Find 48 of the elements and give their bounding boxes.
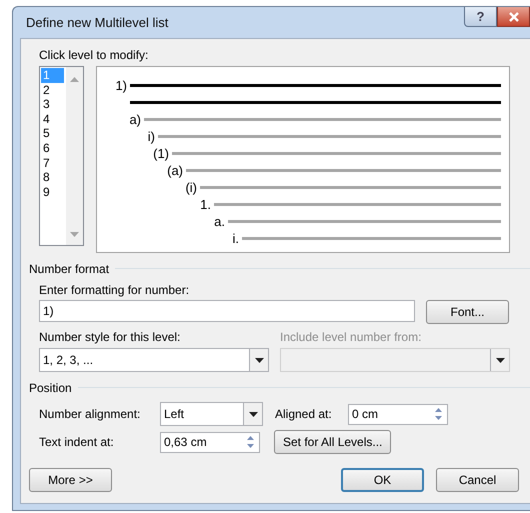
close-button[interactable] bbox=[497, 7, 530, 27]
number-style-dropdown[interactable]: 1, 2, 3, ... bbox=[39, 348, 269, 372]
dialog-button[interactable]: OK bbox=[341, 468, 424, 492]
aligned-at-spinner[interactable]: 0 cm bbox=[348, 404, 448, 424]
include-level-label: Include level number from: bbox=[280, 330, 422, 345]
dialog-button[interactable]: Cancel bbox=[436, 468, 519, 492]
level-item[interactable]: 5 bbox=[41, 126, 64, 141]
levels-label: Click level to modify: bbox=[39, 48, 150, 63]
level-item[interactable]: 7 bbox=[41, 156, 64, 170]
level-item[interactable]: 6 bbox=[41, 140, 64, 156]
preview-number: i) bbox=[148, 129, 155, 144]
level-item[interactable]: 8 bbox=[41, 170, 64, 185]
dialog-button[interactable]: More >> bbox=[29, 468, 112, 492]
level-item[interactable]: 9 bbox=[41, 184, 64, 200]
level-item[interactable]: 4 bbox=[41, 112, 64, 126]
caret-icon bbox=[254, 358, 264, 362]
window-title: Define new Multilevel list bbox=[26, 15, 168, 30]
spin-arrows-icon[interactable] bbox=[246, 434, 255, 450]
preview-number: (a) bbox=[167, 163, 183, 178]
aligned-at-label: Aligned at: bbox=[275, 407, 333, 421]
preview-number: (1) bbox=[153, 146, 169, 161]
preview-number: (i) bbox=[185, 180, 197, 195]
alignment-label: Number alignment: bbox=[39, 407, 142, 421]
format-input-field[interactable]: 1) bbox=[39, 300, 415, 322]
alignment-dropdown[interactable]: Left bbox=[160, 402, 263, 426]
section-heading: Number format bbox=[29, 262, 110, 276]
scrollbar[interactable] bbox=[66, 67, 83, 245]
preview-number: i. bbox=[232, 231, 239, 246]
close-icon bbox=[508, 12, 520, 22]
caret-icon bbox=[248, 412, 258, 416]
level-item[interactable]: 2 bbox=[41, 82, 64, 98]
text-indent-label: Text indent at: bbox=[39, 435, 115, 449]
set-all-levels-button[interactable]: Set for All Levels... bbox=[274, 430, 392, 454]
format-label: Enter formatting for number: bbox=[39, 283, 190, 298]
caret-icon bbox=[496, 358, 504, 362]
help-button[interactable]: ? bbox=[464, 7, 497, 27]
number-style-label: Number style for this level: bbox=[39, 330, 182, 345]
scroll-up-icon[interactable] bbox=[70, 77, 79, 82]
preview-number: 1. bbox=[200, 197, 211, 212]
level-item[interactable]: 3 bbox=[41, 97, 64, 112]
preview-number: a. bbox=[214, 214, 225, 229]
text-indent-spinner[interactable]: 0,63 cm bbox=[160, 432, 260, 452]
section-heading: Position bbox=[29, 380, 72, 394]
preview-number: a) bbox=[129, 112, 141, 127]
preview-number: 1) bbox=[115, 78, 127, 93]
spin-arrows-icon[interactable] bbox=[434, 406, 443, 422]
scroll-down-icon[interactable] bbox=[70, 232, 79, 237]
font-button[interactable]: Font... bbox=[426, 300, 509, 324]
